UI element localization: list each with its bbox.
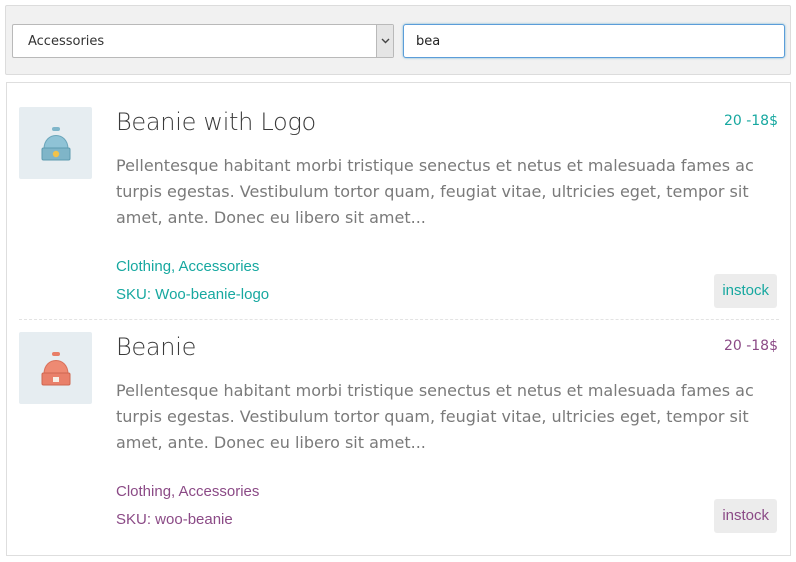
product-description: Pellentesque habitant morbi tristique se… [116,156,754,227]
product-categories[interactable]: Clothing, Accessories [116,483,259,500]
product-price: 20 -18$ [723,113,778,129]
product-price: 20 -18$ [723,338,778,354]
category-select[interactable]: Accessories [12,24,394,58]
stock-badge: instock [714,274,777,308]
blue-beanie-icon [41,127,70,161]
list-item: Beanie 20 -18$ Pellentesque habitant mor… [7,308,790,533]
product-title[interactable]: Beanie with Logo [116,108,316,136]
product-description: Pellentesque habitant morbi tristique se… [116,381,754,452]
search-input[interactable] [403,24,785,58]
results-list: Beanie with Logo 20 -18$ Pellentesque ha… [6,82,791,556]
list-item: Beanie with Logo 20 -18$ Pellentesque ha… [7,83,790,308]
orange-beanie-icon [41,352,70,386]
category-select-value: Accessories [28,34,105,49]
product-categories[interactable]: Clothing, Accessories [116,258,259,275]
filter-bar: Accessories [5,5,791,75]
chevron-down-icon[interactable] [376,25,393,57]
product-thumbnail[interactable] [19,332,92,404]
product-sku: SKU: Woo-beanie-logo [116,286,270,303]
product-title[interactable]: Beanie [116,333,196,361]
product-thumbnail[interactable] [19,107,92,179]
stock-badge: instock [714,499,777,533]
product-sku: SKU: woo-beanie [116,511,233,528]
